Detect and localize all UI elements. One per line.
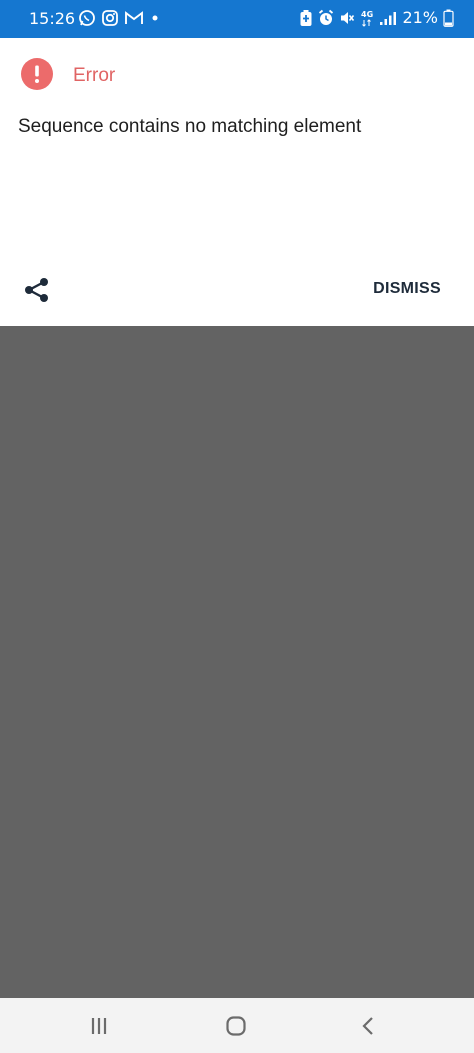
instagram-icon [102,10,118,26]
error-message: Sequence contains no matching element [18,116,362,137]
error-exclamation-icon [21,58,53,90]
battery-percentage: 21% [402,8,438,27]
back-icon [362,1017,373,1035]
mute-icon [341,11,355,24]
battery-saver-icon [300,9,312,26]
network-4g-icon: 4G [361,10,374,27]
home-icon [226,1016,246,1036]
network-4g-label: 4G [361,10,373,19]
dialog-title: Error [73,65,116,86]
background-scrim[interactable] [0,326,474,998]
whatsapp-icon [79,10,95,26]
gmail-icon [125,11,143,24]
navigation-bar [0,998,474,1053]
status-bar: 15:26 4G 21% [0,0,474,38]
status-right-icons: 4G 21% [299,8,454,27]
alarm-icon [319,9,334,25]
error-dialog: Error Sequence contains no matching elem… [0,38,474,326]
signal-icon [380,11,397,25]
home-button[interactable] [222,1012,250,1040]
battery-icon [443,9,454,27]
status-time: 15:26 [29,9,76,28]
share-icon [25,278,48,302]
dismiss-button[interactable]: DISMISS [373,280,441,298]
share-button[interactable] [20,275,54,309]
status-left-icons [78,9,161,27]
recent-apps-icon [91,1018,107,1034]
back-button[interactable] [354,1012,382,1040]
recent-apps-button[interactable] [85,1012,113,1040]
dot-icon [152,15,158,21]
